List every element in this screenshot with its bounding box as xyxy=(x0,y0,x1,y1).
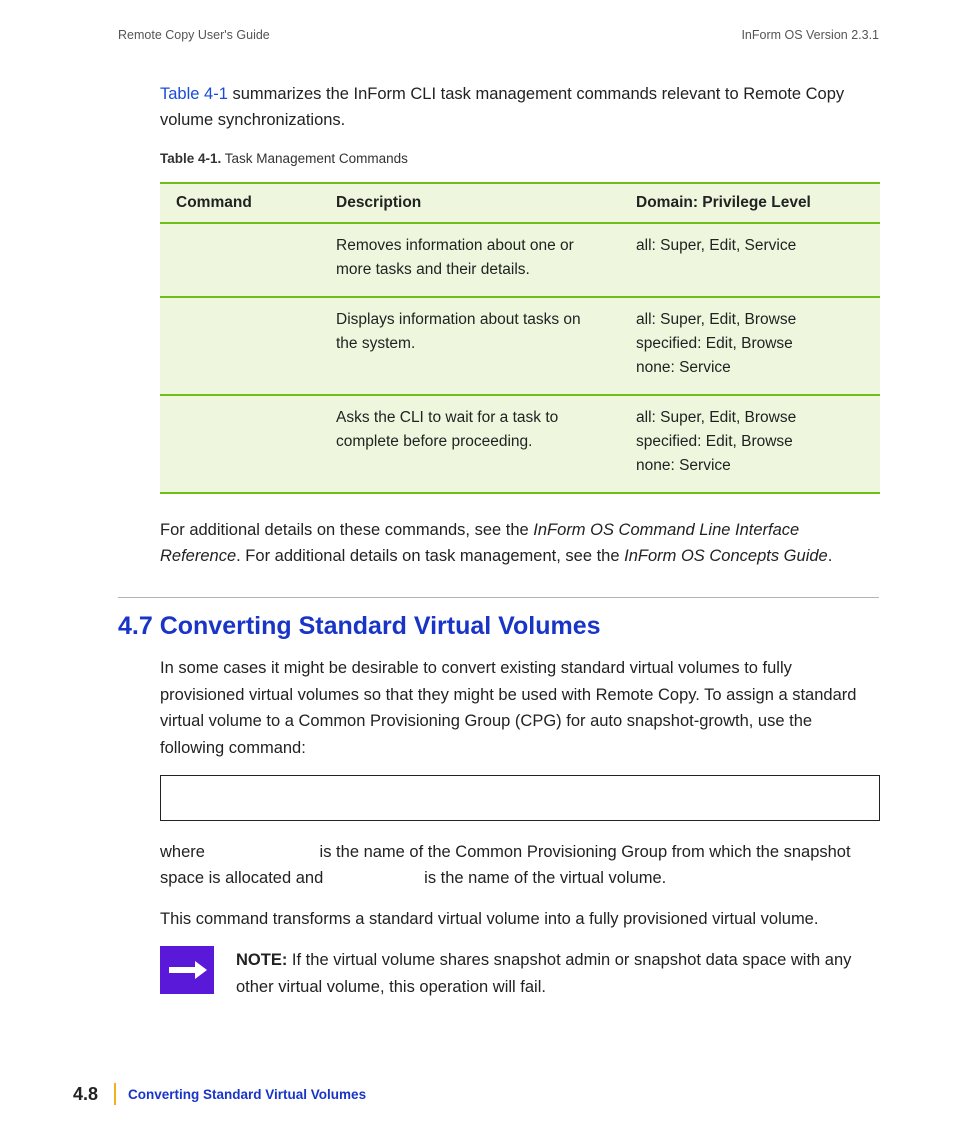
header-left: Remote Copy User's Guide xyxy=(118,28,270,42)
table-caption-label: Table 4-1. xyxy=(160,151,221,166)
note-body: If the virtual volume shares snapshot ad… xyxy=(236,951,851,995)
table-row: Displays information about tasks on the … xyxy=(160,297,880,395)
section-divider xyxy=(118,597,879,598)
th-command: Command xyxy=(160,183,320,223)
table-caption-text: Task Management Commands xyxy=(221,151,408,166)
command-box xyxy=(160,775,880,821)
cell-description: Displays information about tasks on the … xyxy=(320,297,620,395)
note-label: NOTE: xyxy=(236,951,287,969)
intro-paragraph: Table 4-1 summarizes the InForm CLI task… xyxy=(118,82,879,133)
footer-title: Converting Standard Virtual Volumes xyxy=(128,1087,366,1102)
table-row: Asks the CLI to wait for a task to compl… xyxy=(160,395,880,493)
cell-command xyxy=(160,395,320,493)
after-table-paragraph: For additional details on these commands… xyxy=(118,518,879,569)
section-p2: where is the name of the Common Provisio… xyxy=(118,839,879,892)
cell-command xyxy=(160,223,320,297)
p2-gap2 xyxy=(328,869,420,887)
intro-text: summarizes the InForm CLI task managemen… xyxy=(160,85,844,129)
page-content: Table 4-1 summarizes the InForm CLI task… xyxy=(0,42,954,1000)
footer-divider xyxy=(114,1083,116,1105)
after-table-ref2: InForm OS Concepts Guide xyxy=(624,547,828,565)
table-header-row: Command Description Domain: Privilege Le… xyxy=(160,183,880,223)
section-p3: This command transforms a standard virtu… xyxy=(118,906,879,932)
cell-description: Removes information about one or more ta… xyxy=(320,223,620,297)
after-table-text-c: . xyxy=(828,547,833,565)
note-text: NOTE: If the virtual volume shares snaps… xyxy=(236,946,879,1000)
after-table-text-b: . For additional details on task managem… xyxy=(236,547,624,565)
section-p1: In some cases it might be desirable to c… xyxy=(118,655,879,761)
cell-domain: all: Super, Edit, Browse specified: Edit… xyxy=(620,297,880,395)
arrow-right-icon xyxy=(160,946,214,994)
th-description: Description xyxy=(320,183,620,223)
note-block: NOTE: If the virtual volume shares snaps… xyxy=(160,946,879,1000)
p2-gap1 xyxy=(210,843,315,861)
table-row: Removes information about one or more ta… xyxy=(160,223,880,297)
page-footer: 4.8 Converting Standard Virtual Volumes xyxy=(0,1083,954,1105)
section-heading: 4.7 Converting Standard Virtual Volumes xyxy=(118,612,879,641)
cell-domain: all: Super, Edit, Browse specified: Edit… xyxy=(620,395,880,493)
cell-command xyxy=(160,297,320,395)
cell-domain: all: Super, Edit, Service xyxy=(620,223,880,297)
cell-description: Asks the CLI to wait for a task to compl… xyxy=(320,395,620,493)
p2-text-a: where xyxy=(160,843,210,861)
table-caption: Table 4-1. Task Management Commands xyxy=(118,151,879,166)
header-right: InForm OS Version 2.3.1 xyxy=(741,28,879,42)
commands-table: Command Description Domain: Privilege Le… xyxy=(160,182,880,494)
page-header: Remote Copy User's Guide InForm OS Versi… xyxy=(0,0,954,42)
th-domain: Domain: Privilege Level xyxy=(620,183,880,223)
p2-text-c: is the name of the virtual volume. xyxy=(420,869,667,887)
page-number: 4.8 xyxy=(73,1084,112,1105)
table-ref-link[interactable]: Table 4-1 xyxy=(160,85,228,103)
after-table-text-a: For additional details on these commands… xyxy=(160,521,533,539)
